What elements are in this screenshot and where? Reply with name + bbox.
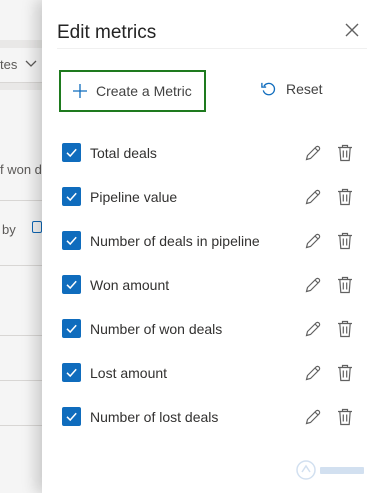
metric-label: Pipeline value bbox=[90, 189, 178, 205]
edit-metrics-panel: Edit metrics Create a Metric Reset Total… bbox=[42, 0, 378, 493]
edit-icon[interactable] bbox=[304, 364, 322, 382]
create-metric-label: Create a Metric bbox=[96, 83, 192, 99]
checkmark-icon bbox=[66, 236, 77, 246]
checkmark-icon bbox=[66, 148, 77, 158]
close-icon[interactable] bbox=[342, 20, 362, 40]
checkmark-icon bbox=[66, 280, 77, 290]
panel-title: Edit metrics bbox=[57, 22, 157, 43]
reset-icon bbox=[261, 82, 276, 96]
reset-label: Reset bbox=[286, 80, 323, 97]
edit-icon[interactable] bbox=[304, 188, 322, 206]
delete-icon[interactable] bbox=[337, 232, 353, 250]
delete-icon[interactable] bbox=[337, 364, 353, 382]
metric-checkbox[interactable] bbox=[62, 319, 81, 338]
delete-icon[interactable] bbox=[337, 276, 353, 294]
metric-checkbox[interactable] bbox=[62, 275, 81, 294]
reset-button[interactable]: Reset bbox=[260, 80, 323, 97]
checkmark-icon bbox=[66, 412, 77, 422]
create-metric-button[interactable]: Create a Metric bbox=[59, 70, 206, 112]
metric-row: Pipeline value bbox=[62, 176, 362, 220]
edit-icon[interactable] bbox=[304, 144, 322, 162]
checkmark-icon bbox=[66, 192, 77, 202]
edit-icon[interactable] bbox=[304, 232, 322, 250]
edit-icon[interactable] bbox=[304, 276, 322, 294]
metric-row: Total deals bbox=[62, 132, 362, 176]
metric-row: Number of won deals bbox=[62, 308, 362, 352]
metric-row: Lost amount bbox=[62, 352, 362, 396]
metric-checkbox[interactable] bbox=[62, 407, 81, 426]
checkmark-icon bbox=[66, 324, 77, 334]
delete-icon[interactable] bbox=[337, 408, 353, 426]
checkmark-icon bbox=[66, 368, 77, 378]
watermark-logo-icon bbox=[296, 460, 364, 480]
metric-label: Number of deals in pipeline bbox=[90, 233, 260, 249]
metric-checkbox[interactable] bbox=[62, 187, 81, 206]
metric-label: Lost amount bbox=[90, 365, 168, 381]
delete-icon[interactable] bbox=[337, 144, 353, 162]
metric-label: Number of won deals bbox=[90, 321, 223, 337]
metric-row: Number of deals in pipeline bbox=[62, 220, 362, 264]
header-divider bbox=[57, 48, 367, 49]
metric-row: Won amount bbox=[62, 264, 362, 308]
metric-label: Total deals bbox=[90, 145, 157, 161]
metrics-list: Total deals Pipeline value Number of dea… bbox=[62, 132, 362, 440]
metric-checkbox[interactable] bbox=[62, 363, 81, 382]
panel-overlay[interactable] bbox=[0, 0, 42, 493]
delete-icon[interactable] bbox=[337, 320, 353, 338]
edit-icon[interactable] bbox=[304, 408, 322, 426]
metric-label: Number of lost deals bbox=[90, 409, 219, 425]
edit-icon[interactable] bbox=[304, 320, 322, 338]
plus-icon bbox=[73, 84, 87, 98]
metric-row: Number of lost deals bbox=[62, 396, 362, 440]
metric-checkbox[interactable] bbox=[62, 231, 81, 250]
metric-label: Won amount bbox=[90, 277, 170, 293]
delete-icon[interactable] bbox=[337, 188, 353, 206]
metric-checkbox[interactable] bbox=[62, 143, 81, 162]
